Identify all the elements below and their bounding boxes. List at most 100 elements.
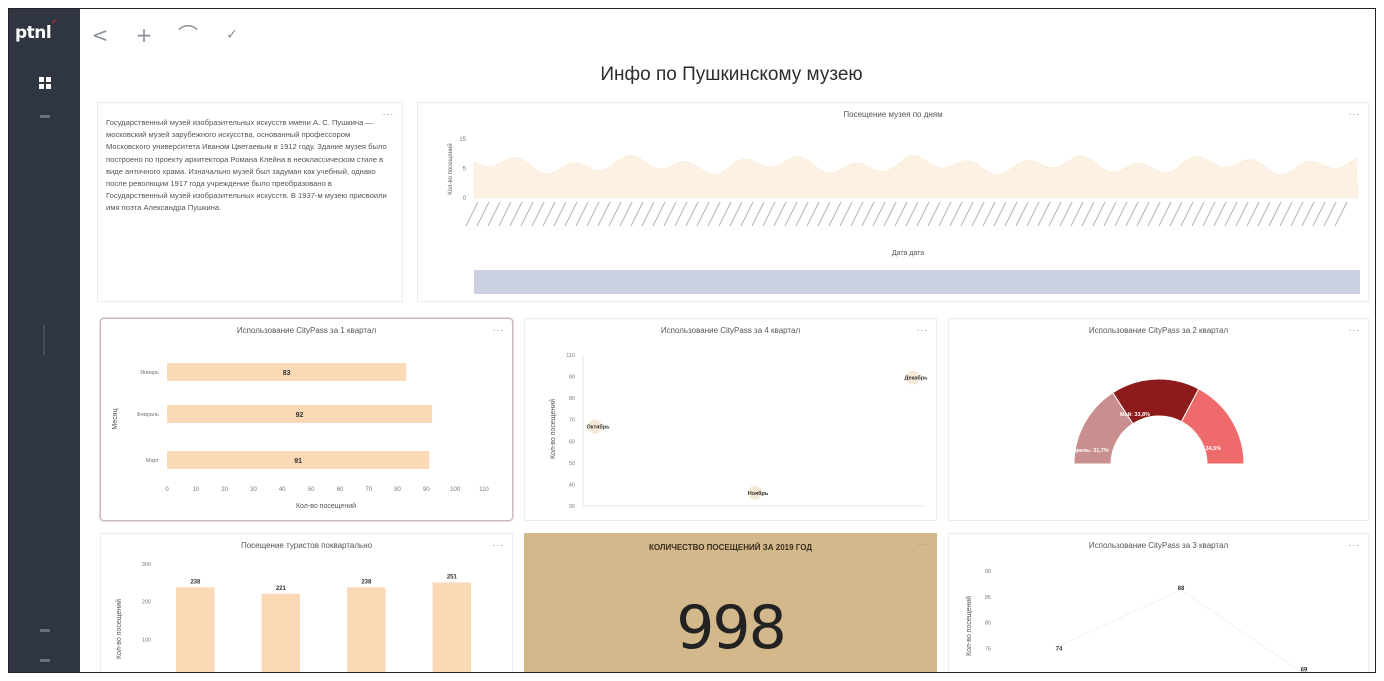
x-tick-label — [1268, 201, 1282, 227]
x-tick-label — [773, 201, 787, 227]
help-icon[interactable] — [40, 629, 50, 632]
q4-scatter-chart: 110 90 80 70 60 50 40 30 Октябрь Ноябрь Декабрь Кол… — [549, 353, 929, 510]
x-tick-label — [1334, 201, 1348, 227]
y-tick-label: 80 — [985, 621, 991, 627]
page-icon[interactable] — [40, 115, 50, 118]
x-tick-label — [971, 201, 985, 227]
data-label: 221 — [276, 586, 287, 592]
x-tick-label — [498, 201, 512, 227]
x-tick-label — [1202, 201, 1216, 227]
x-tick-label: 30 — [250, 487, 257, 493]
card-menu-button[interactable]: ... — [918, 537, 929, 548]
x-tick-label — [828, 201, 842, 227]
y-tick-label: Февраль — [137, 412, 159, 418]
daily-visits-card: Посещение музея по дням ... 15 5 0 Дата дат… — [417, 102, 1369, 302]
x-tick-label — [1279, 201, 1293, 227]
x-tick-label — [1004, 201, 1018, 227]
data-label: 91 — [294, 458, 302, 465]
point-label: Октябрь — [586, 424, 610, 431]
y-tick-label: 90 — [569, 375, 575, 381]
x-tick-label — [586, 201, 600, 227]
y-tick-label: 15 — [459, 137, 466, 143]
x-tick-label — [795, 201, 809, 227]
x-tick-label — [1015, 201, 1029, 227]
y-tick-label: 110 — [566, 353, 575, 359]
x-tick-label: 50 — [308, 487, 315, 493]
toolbar: < + ⌒ ✓ — [89, 21, 243, 49]
y-axis-label: Кол-во посещений — [549, 399, 557, 459]
y-tick-label: Март — [146, 458, 160, 464]
y-axis-label: Кол-во посещений — [115, 599, 123, 659]
point-label: 69 — [1301, 668, 1308, 673]
x-tick-label — [905, 201, 919, 227]
q1-citypass-card[interactable]: Использование CityPass за 1 квартал ... … — [100, 318, 513, 521]
kpi-value: 998 — [676, 593, 787, 663]
x-tick-label — [1169, 201, 1183, 227]
logo-mark-icon: ✓ — [51, 17, 59, 27]
q4-citypass-card: Использование CityPass за 4 квартал ... … — [524, 318, 937, 521]
x-tick-label — [1257, 201, 1271, 227]
x-tick-label: 20 — [221, 487, 228, 493]
y-tick-label: 85 — [985, 595, 991, 601]
x-tick-label — [839, 201, 853, 227]
point-label: Декабрь — [905, 375, 929, 382]
bar-q1 — [176, 587, 215, 672]
x-tick-label: 100 — [450, 487, 461, 493]
y-tick-label: 70 — [569, 418, 575, 424]
q2-citypass-card: Использование CityPass за 2 квартал ... … — [948, 318, 1369, 521]
check-icon[interactable]: ✓ — [221, 24, 243, 46]
sidebar: ptnl ✓ — [9, 9, 80, 672]
x-tick-label — [575, 201, 589, 227]
x-tick-label: 70 — [365, 487, 372, 493]
text-card: ... Государственный музей изобразительны… — [97, 102, 403, 302]
x-tick-label — [729, 201, 743, 227]
x-tick-label — [597, 201, 611, 227]
x-tick-label — [652, 201, 666, 227]
x-tick-label — [531, 201, 545, 227]
back-icon[interactable]: < — [89, 24, 111, 46]
y-tick-label: Январь — [140, 370, 159, 376]
q1-bar-chart: 0 10 20 30 40 50 60 70 80 90 100 110 83 Январь 92 Февра… — [112, 363, 489, 510]
date-range-slider[interactable] — [474, 270, 1360, 294]
x-tick-label — [1301, 201, 1315, 227]
x-tick-label: 0 — [165, 487, 169, 493]
x-tick-label — [949, 201, 963, 227]
bar-q2 — [261, 593, 301, 672]
x-tick-label — [564, 201, 578, 227]
undo-icon[interactable]: ⌒ — [177, 24, 199, 46]
data-label: 238 — [361, 579, 372, 585]
x-tick-label — [1191, 201, 1205, 227]
quarterly-bar-chart: 3002001000238221238251Кол-во посещений — [115, 562, 472, 672]
x-tick-label — [1081, 201, 1095, 227]
settings-icon[interactable] — [40, 659, 50, 662]
x-tick-label: 10 — [192, 487, 199, 493]
x-tick-label — [927, 201, 941, 227]
x-tick-label — [674, 201, 688, 227]
slice-label: Апрель: 31,7% — [1069, 448, 1109, 454]
x-tick-label — [1092, 201, 1106, 227]
y-tick-label: 80 — [569, 396, 575, 402]
x-tick-label — [465, 201, 479, 227]
bar-q3 — [347, 587, 386, 672]
x-tick-label: 60 — [337, 487, 344, 493]
q3-citypass-card: Использование CityPass за 3 квартал ... … — [948, 533, 1369, 673]
y-axis-label: Месяц — [112, 408, 119, 429]
app-logo[interactable]: ptnl ✓ — [15, 17, 59, 43]
y-tick-label: 50 — [569, 461, 575, 467]
x-tick-label — [685, 201, 699, 227]
add-icon[interactable]: + — [133, 24, 155, 46]
y-tick-label: 40 — [569, 482, 575, 488]
x-tick-label — [817, 201, 831, 227]
y-tick-label: 100 — [142, 637, 151, 643]
x-tick-label — [487, 201, 501, 227]
visits-area — [473, 154, 1359, 199]
app-window: ptnl ✓ < + ⌒ ✓ Инфо по Пушкинскому музею … — [8, 8, 1376, 673]
bar-q4 — [432, 582, 472, 672]
x-tick-label — [740, 201, 754, 227]
trend-line — [1058, 589, 1182, 647]
y-tick-label: 70 — [985, 672, 991, 673]
x-tick-label — [1235, 201, 1249, 227]
x-tick-label — [1224, 201, 1238, 227]
x-tick-label — [718, 201, 732, 227]
y-tick-label: 60 — [569, 439, 575, 445]
